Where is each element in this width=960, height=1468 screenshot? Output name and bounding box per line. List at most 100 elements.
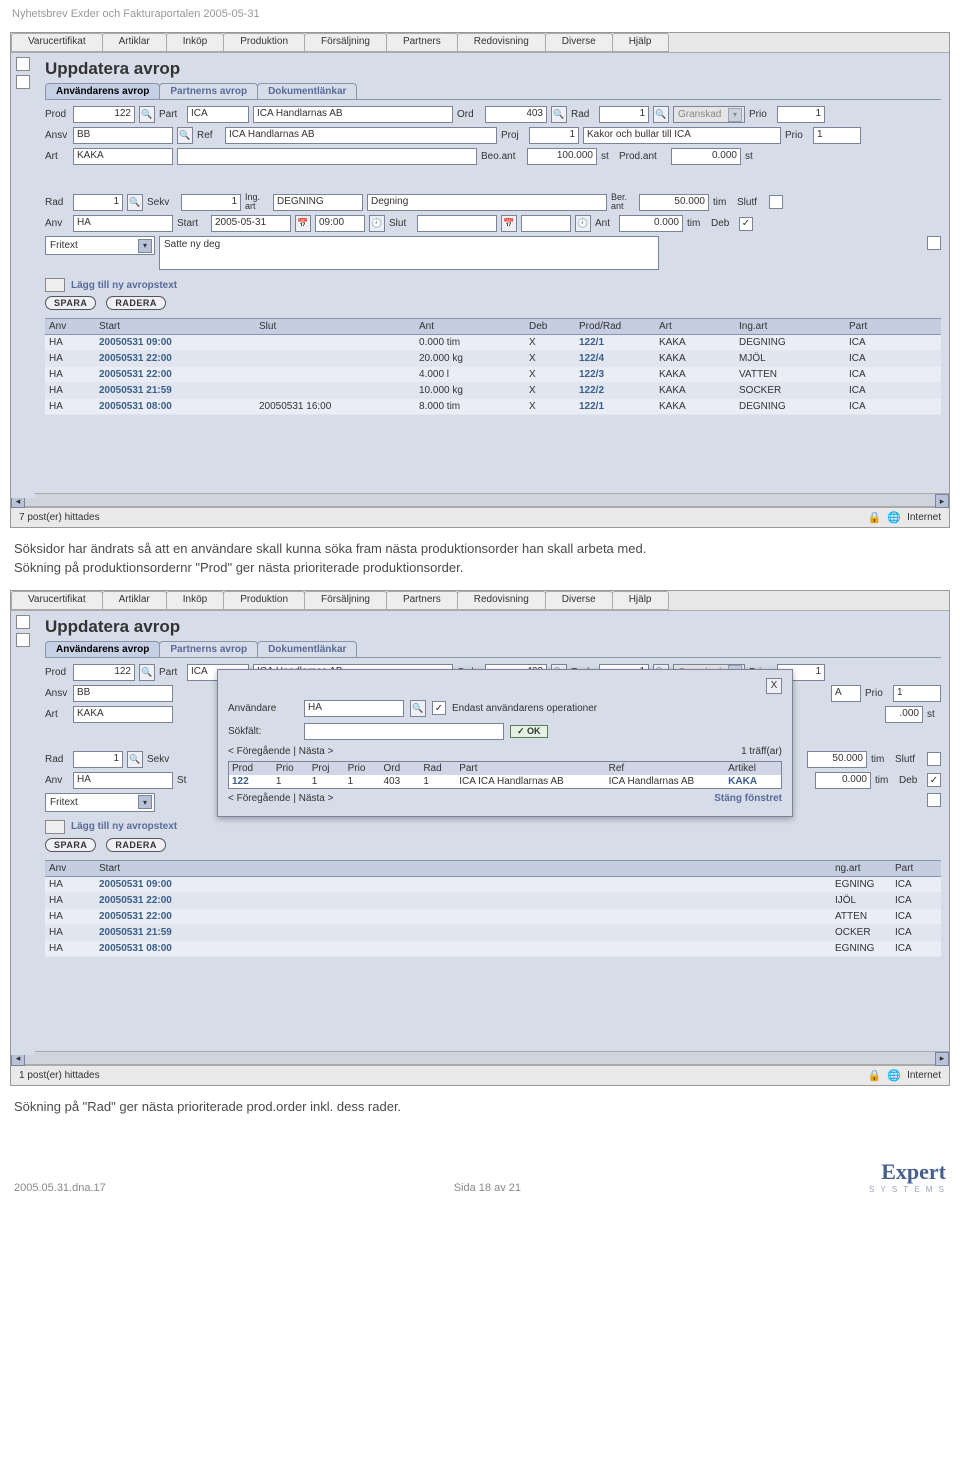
table-row[interactable]: HA20050531 08:00EGNINGICA — [45, 941, 941, 957]
next-link[interactable]: Nästa > — [299, 793, 334, 804]
anvandare-input[interactable]: HA — [304, 700, 404, 717]
prev-link[interactable]: < Föregående — [228, 746, 291, 757]
prod-input[interactable]: 122 — [73, 106, 135, 123]
th-part[interactable]: Part — [891, 861, 941, 876]
h-scrollbar[interactable]: ◂ ▸ — [11, 493, 949, 507]
proj-input[interactable]: 1 — [529, 127, 579, 144]
next-link[interactable]: Nästa > — [299, 746, 334, 757]
prev-link[interactable]: < Föregående — [228, 793, 291, 804]
table-row[interactable]: HA20050531 22:00IJÖLICA — [45, 893, 941, 909]
deb-checkbox[interactable]: ✓ — [927, 773, 941, 787]
oth-proj[interactable]: Proj — [309, 762, 345, 775]
ansv-input[interactable]: BB — [73, 685, 173, 702]
search-icon[interactable]: 🔍 — [410, 700, 426, 717]
menu-produktion[interactable]: Produktion — [223, 591, 305, 610]
search-icon[interactable]: 🔍 — [127, 751, 143, 768]
table-row[interactable]: HA20050531 21:59OCKERICA — [45, 925, 941, 941]
menu-inkop[interactable]: Inköp — [166, 591, 224, 610]
search-icon[interactable]: 🔍 — [127, 194, 143, 211]
art-input[interactable]: KAKA — [73, 706, 173, 723]
search-icon[interactable]: 🔍 — [139, 664, 155, 681]
arrow-right-icon[interactable]: ▸ — [935, 1052, 949, 1066]
th-slut[interactable]: Slut — [255, 319, 415, 334]
freetext-dropdown[interactable]: Fritext ▾ — [45, 793, 155, 812]
ant-input[interactable]: 0.000 — [619, 215, 683, 232]
calendar-icon[interactable]: 📅 — [501, 215, 517, 232]
table-row[interactable]: HA20050531 09:00EGNINGICA — [45, 877, 941, 893]
table-row[interactable]: HA20050531 09:000.000 timX122/1KAKADEGNI… — [45, 335, 941, 351]
th-ant[interactable]: Ant — [415, 319, 525, 334]
th-deb[interactable]: Deb — [525, 319, 575, 334]
table-row[interactable]: HA20050531 21:5910.000 kgX122/2KAKASOCKE… — [45, 383, 941, 399]
grid-icon[interactable] — [16, 633, 30, 647]
menu-varucert[interactable]: Varucertifikat — [11, 33, 103, 52]
subtab-partner-avrop[interactable]: Partnerns avrop — [159, 641, 258, 657]
menu-redovisning[interactable]: Redovisning — [457, 591, 546, 610]
anv-input[interactable]: HA — [73, 772, 173, 789]
rad2-input[interactable]: 1 — [73, 751, 123, 768]
add-text-link[interactable]: Lägg till ny avropstext — [71, 280, 177, 291]
overlay-row[interactable]: 122 1 1 1 403 1 ICA ICA Handlarnas AB IC… — [229, 775, 781, 788]
extra-checkbox[interactable] — [927, 236, 941, 250]
home-icon[interactable] — [16, 615, 30, 629]
oth-prod[interactable]: Prod — [229, 762, 273, 775]
h-scrollbar[interactable]: ◂ ▸ — [11, 1051, 949, 1065]
freetext-dropdown[interactable]: Fritext ▾ — [45, 236, 155, 255]
oth-prio[interactable]: Prio — [273, 762, 309, 775]
menu-partners[interactable]: Partners — [386, 33, 458, 52]
sokfalt-input[interactable] — [304, 723, 504, 740]
part-name-input[interactable]: ICA Handlarnas AB — [253, 106, 453, 123]
clock-icon[interactable]: 🕘 — [369, 215, 385, 232]
ref-input[interactable]: ICA Handlarnas AB — [225, 127, 497, 144]
grid-icon[interactable] — [16, 75, 30, 89]
th-ingart[interactable]: Ing.art — [735, 319, 845, 334]
prio2-input[interactable]: 1 — [813, 127, 861, 144]
only-user-checkbox[interactable]: ✓ — [432, 701, 446, 715]
menu-inkop[interactable]: Inköp — [166, 33, 224, 52]
ord-input[interactable]: 403 — [485, 106, 547, 123]
menu-partners[interactable]: Partners — [386, 591, 458, 610]
start-time-input[interactable]: 09:00 — [315, 215, 365, 232]
part-code-input[interactable]: ICA — [187, 106, 249, 123]
menu-varucert[interactable]: Varucertifikat — [11, 591, 103, 610]
rad-input[interactable]: 1 — [599, 106, 649, 123]
freetext-textarea[interactable]: Satte ny deg — [159, 236, 659, 270]
rad2-input[interactable]: 1 — [73, 194, 123, 211]
menu-forsaljning[interactable]: Försäljning — [304, 33, 387, 52]
table-row[interactable]: HA20050531 22:0020.000 kgX122/4KAKAMJÖLI… — [45, 351, 941, 367]
delete-button[interactable]: RADERA — [106, 838, 166, 852]
beoant-input[interactable]: 100.000 — [527, 148, 597, 165]
ingart-desc-input[interactable]: Degning — [367, 194, 607, 211]
menu-diverse[interactable]: Diverse — [545, 591, 613, 610]
oth-prio2[interactable]: Prio — [345, 762, 381, 775]
prio-input[interactable]: 1 — [777, 106, 825, 123]
save-button[interactable]: SPARA — [45, 296, 96, 310]
berant-input[interactable]: 50.000 — [807, 751, 867, 768]
slutf-checkbox[interactable] — [769, 195, 783, 209]
th-start[interactable]: Start — [95, 319, 255, 334]
search-icon[interactable]: 🔍 — [177, 127, 193, 144]
subtab-doc-links[interactable]: Dokumentlänkar — [257, 641, 357, 657]
save-button[interactable]: SPARA — [45, 838, 96, 852]
anv-input[interactable]: HA — [73, 215, 173, 232]
menu-redovisning[interactable]: Redovisning — [457, 33, 546, 52]
oth-ref[interactable]: Ref — [606, 762, 726, 775]
search-icon[interactable]: 🔍 — [139, 106, 155, 123]
search-icon[interactable]: 🔍 — [551, 106, 567, 123]
subtab-user-avrop[interactable]: Användarens avrop — [45, 83, 160, 99]
menu-hjalp[interactable]: Hjälp — [612, 591, 669, 610]
berant-input[interactable]: 50.000 — [639, 194, 709, 211]
prodant-input[interactable]: 0.000 — [671, 148, 741, 165]
menu-hjalp[interactable]: Hjälp — [612, 33, 669, 52]
th-art[interactable]: Art — [655, 319, 735, 334]
slut-date-input[interactable] — [417, 215, 497, 232]
oth-rad[interactable]: Rad — [420, 762, 456, 775]
slutf-checkbox[interactable] — [927, 752, 941, 766]
slut-time-input[interactable] — [521, 215, 571, 232]
sekv-input[interactable]: 1 — [181, 194, 241, 211]
oth-artikel[interactable]: Artikel — [725, 762, 781, 775]
arrow-right-icon[interactable]: ▸ — [935, 494, 949, 508]
th-anv[interactable]: Anv — [45, 861, 95, 876]
th-part[interactable]: Part — [845, 319, 915, 334]
th-start[interactable]: Start — [95, 861, 831, 876]
